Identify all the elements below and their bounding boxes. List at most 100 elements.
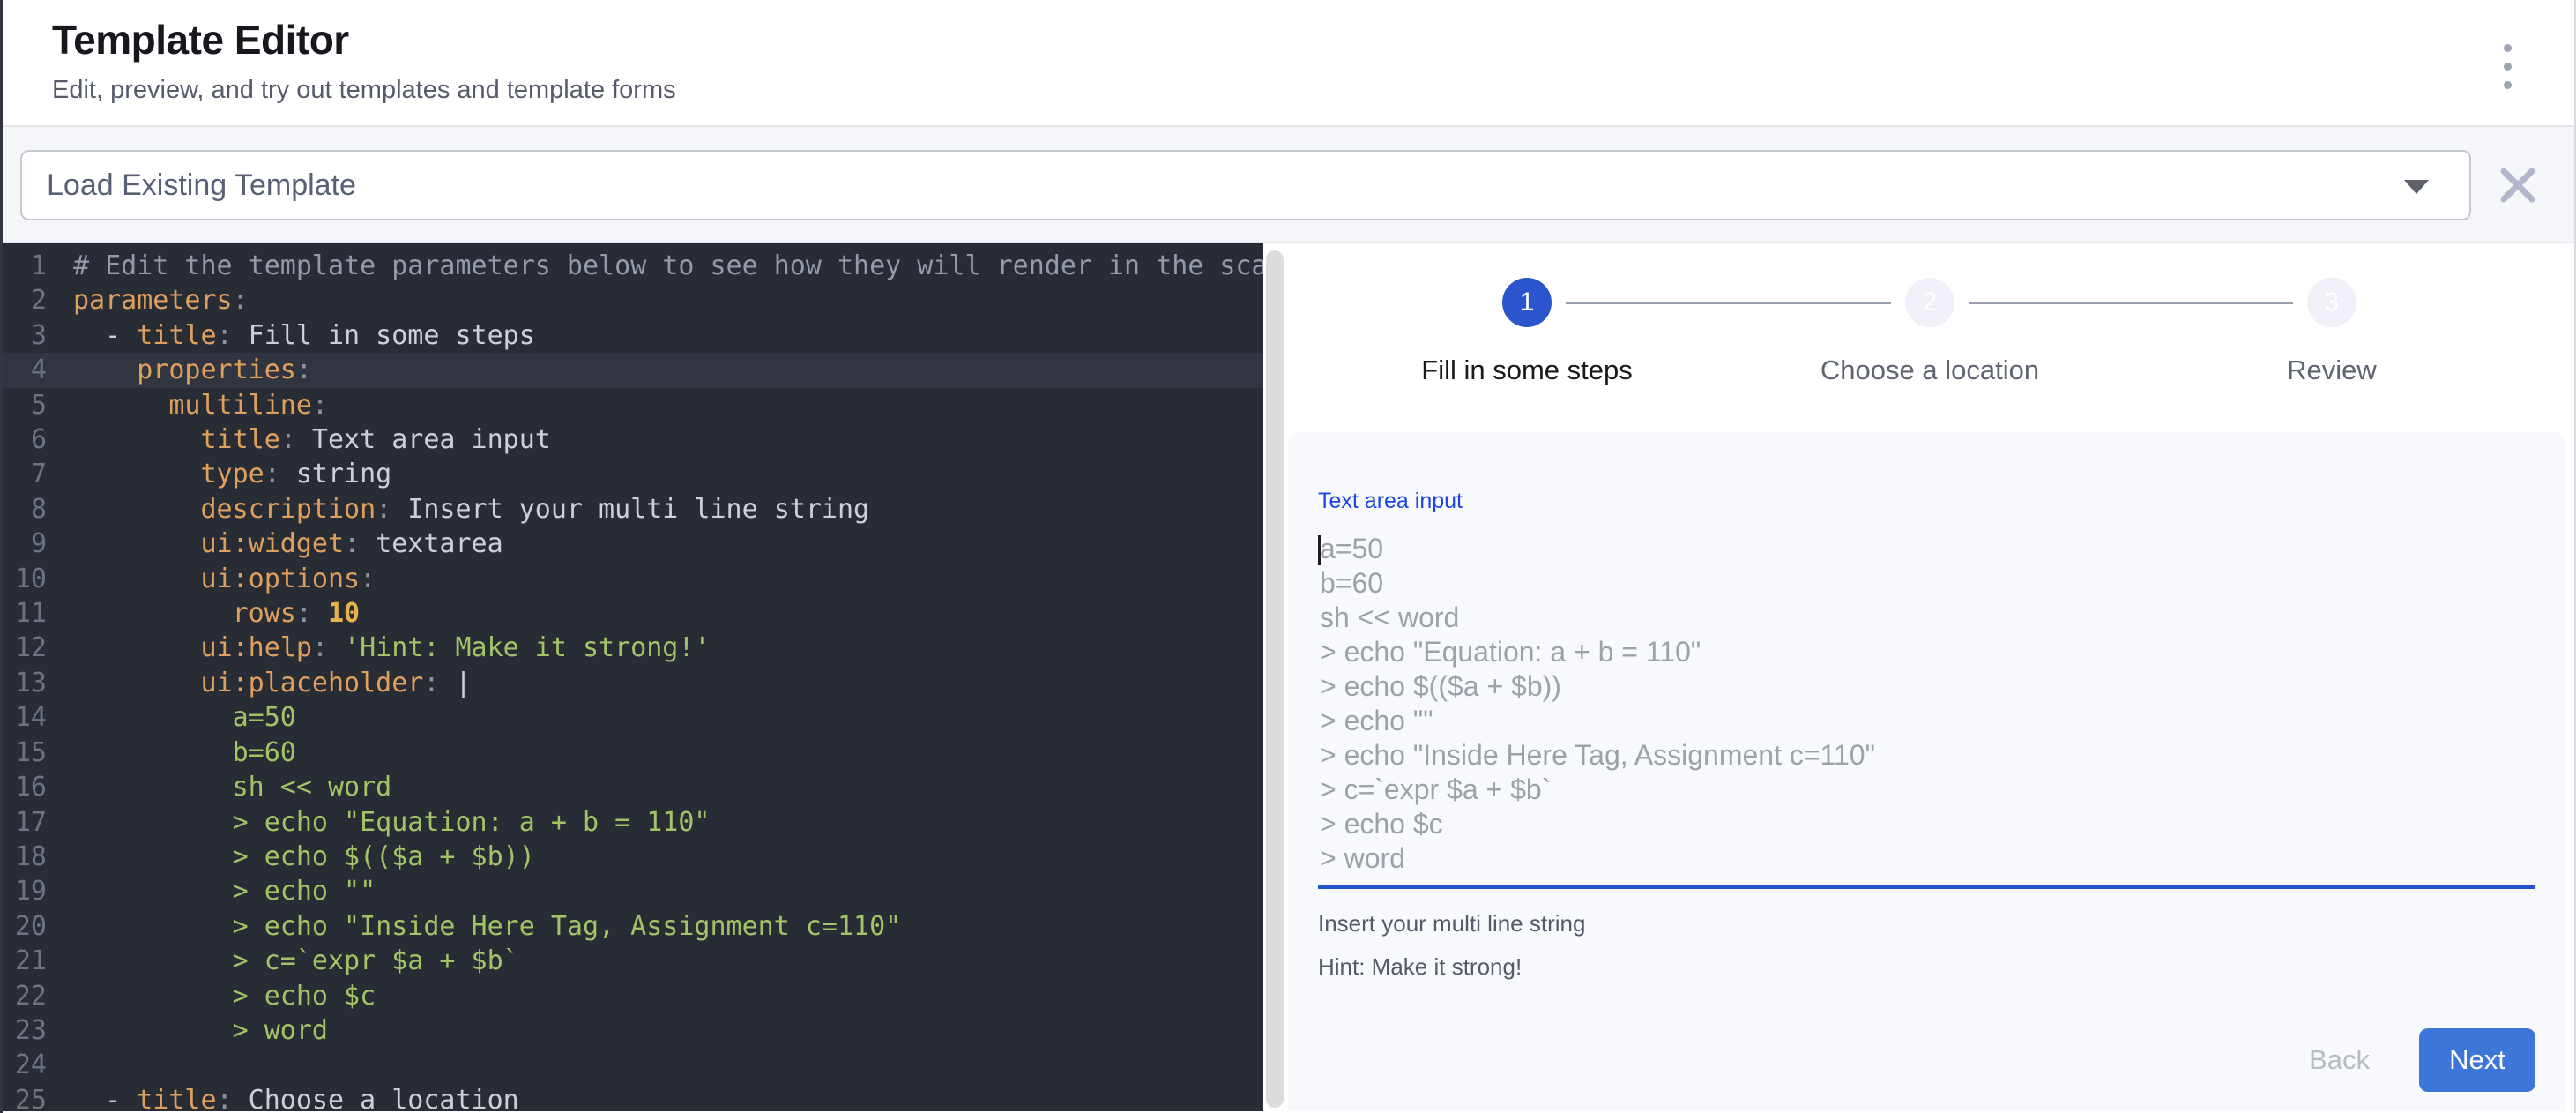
code-text: description: Insert your multi line stri… [47, 492, 869, 527]
stepper-connector [1969, 302, 2293, 304]
next-button[interactable]: Next [2419, 1028, 2535, 1092]
code-line[interactable]: 14 a=50 [3, 700, 1263, 735]
kebab-menu-icon[interactable] [2488, 37, 2527, 95]
form-actions: Back Next [1318, 1028, 2535, 1092]
editor-scrollbar-thumb[interactable] [1266, 250, 1284, 1108]
stepper-step-1[interactable]: 1 [1502, 278, 1552, 327]
code-line[interactable]: 7 type: string [3, 457, 1263, 491]
preview-panel: 1 2 3 Fill in some steps Choose a locati… [1286, 243, 2574, 1111]
code-text: > word [47, 1013, 328, 1048]
code-line[interactable]: 5 multiline: [3, 388, 1263, 422]
code-text: # Edit the template parameters below to … [47, 249, 1263, 283]
textarea-focus-underline [1318, 885, 2535, 889]
code-line[interactable]: 2parameters: [3, 283, 1263, 317]
stepper-step-2[interactable]: 2 [1905, 278, 1954, 327]
load-template-select[interactable]: Load Existing Template [20, 150, 2471, 220]
line-number: 16 [3, 770, 47, 804]
code-line[interactable]: 21 > c=`expr $a + $b` [3, 944, 1263, 978]
line-number: 11 [3, 596, 47, 631]
code-line[interactable]: 20 > echo "Inside Here Tag, Assignment c… [3, 909, 1263, 944]
line-number: 14 [3, 700, 47, 735]
code-text: properties: [47, 353, 312, 387]
back-button[interactable]: Back [2295, 1035, 2384, 1085]
code-line[interactable]: 6 title: Text area input [3, 422, 1263, 457]
field-help-text: Hint: Make it strong! [1318, 953, 2535, 981]
template-loader-row: Load Existing Template [3, 127, 2574, 243]
line-number: 8 [3, 492, 47, 527]
field-description: Insert your multi line string [1318, 910, 2535, 937]
stepper-label-fill-in-some-steps: Fill in some steps [1421, 355, 1632, 386]
textarea-line: > word [1320, 841, 2535, 876]
code-text: rows: 10 [47, 596, 360, 631]
code-text: parameters: [47, 283, 249, 317]
step-number: 2 [1923, 288, 1938, 317]
code-line[interactable]: 8 description: Insert your multi line st… [3, 492, 1263, 527]
line-number: 15 [3, 736, 47, 770]
page-subtitle: Edit, preview, and try out templates and… [52, 76, 676, 105]
line-number: 24 [3, 1048, 47, 1082]
line-number: 9 [3, 527, 47, 561]
code-line[interactable]: 12 ui:help: 'Hint: Make it strong!' [3, 631, 1263, 665]
code-line[interactable]: 1# Edit the template parameters below to… [3, 249, 1263, 283]
code-line[interactable]: 13 ui:placeholder: | [3, 666, 1263, 700]
code-line[interactable]: 16 sh << word [3, 770, 1263, 804]
page-title: Template Editor [52, 16, 349, 63]
editor-scrollbar-track[interactable] [1263, 243, 1286, 1111]
step-number: 3 [2325, 288, 2340, 317]
line-number: 18 [3, 840, 47, 874]
textarea-line: b=60 [1320, 566, 2535, 601]
code-line[interactable]: 10 ui:options: [3, 562, 1263, 596]
step-number: 1 [1520, 288, 1535, 317]
clear-selection-button[interactable] [2493, 161, 2542, 210]
load-template-select-value: Load Existing Template [47, 168, 356, 203]
line-number: 1 [3, 249, 47, 283]
code-text: > c=`expr $a + $b` [47, 944, 519, 978]
line-number: 23 [3, 1013, 47, 1048]
code-line[interactable]: 3 - title: Fill in some steps [3, 318, 1263, 353]
textarea-line: > c=`expr $a + $b` [1320, 773, 2535, 807]
line-number: 21 [3, 944, 47, 978]
code-text: > echo "" [47, 874, 376, 908]
code-line[interactable]: 23 > word [3, 1013, 1263, 1048]
code-text [47, 1048, 73, 1082]
code-line[interactable]: 9 ui:widget: textarea [3, 527, 1263, 561]
code-line[interactable]: 15 b=60 [3, 736, 1263, 770]
code-line[interactable]: 25 - title: Choose a location [3, 1083, 1263, 1111]
code-text: multiline: [47, 388, 328, 422]
code-line[interactable]: 19 > echo "" [3, 874, 1263, 908]
textarea-lines: a=50b=60sh << word> echo "Equation: a + … [1320, 532, 2535, 876]
code-text: ui:help: 'Hint: Make it strong!' [47, 631, 710, 665]
code-text: type: string [47, 457, 391, 491]
line-number: 4 [3, 353, 47, 387]
stepper-label-review: Review [2287, 355, 2377, 386]
code-text: - title: Choose a location [47, 1083, 519, 1111]
line-number: 19 [3, 874, 47, 908]
textarea-line: a=50 [1320, 532, 2535, 566]
multiline-textarea[interactable]: a=50b=60sh << word> echo "Equation: a + … [1318, 532, 2535, 876]
code-line[interactable]: 18 > echo $(($a + $b)) [3, 840, 1263, 874]
line-number: 25 [3, 1083, 47, 1111]
code-text: a=50 [47, 700, 296, 735]
code-line[interactable]: 11 rows: 10 [3, 596, 1263, 631]
template-editor-page: Template Editor Edit, preview, and try o… [0, 0, 2576, 1113]
close-icon [2493, 161, 2542, 210]
textarea-field-label: Text area input [1318, 489, 2535, 514]
code-line[interactable]: 22 > echo $c [3, 979, 1263, 1013]
code-text: ui:placeholder: | [47, 666, 472, 700]
code-text: > echo $c [47, 979, 376, 1013]
textarea-line: > echo $(($a + $b)) [1320, 669, 2535, 704]
code-text: > echo "Inside Here Tag, Assignment c=11… [47, 909, 901, 944]
code-text: > echo $(($a + $b)) [47, 840, 535, 874]
code-line[interactable]: 17 > echo "Equation: a + b = 110" [3, 805, 1263, 840]
text-cursor [1318, 535, 1321, 565]
form-card: Text area input a=50b=60sh << word> echo… [1288, 432, 2565, 1111]
code-text: - title: Fill in some steps [47, 318, 535, 353]
code-text: ui:widget: textarea [47, 527, 503, 561]
code-line[interactable]: 24 [3, 1048, 1263, 1082]
textarea-line: sh << word [1320, 601, 2535, 635]
code-line[interactable]: 4 properties: [3, 353, 1263, 387]
stepper-step-3[interactable]: 3 [2307, 278, 2356, 327]
line-number: 3 [3, 318, 47, 353]
code-text: > echo "Equation: a + b = 110" [47, 805, 710, 840]
yaml-editor[interactable]: 1# Edit the template parameters below to… [3, 243, 1263, 1111]
